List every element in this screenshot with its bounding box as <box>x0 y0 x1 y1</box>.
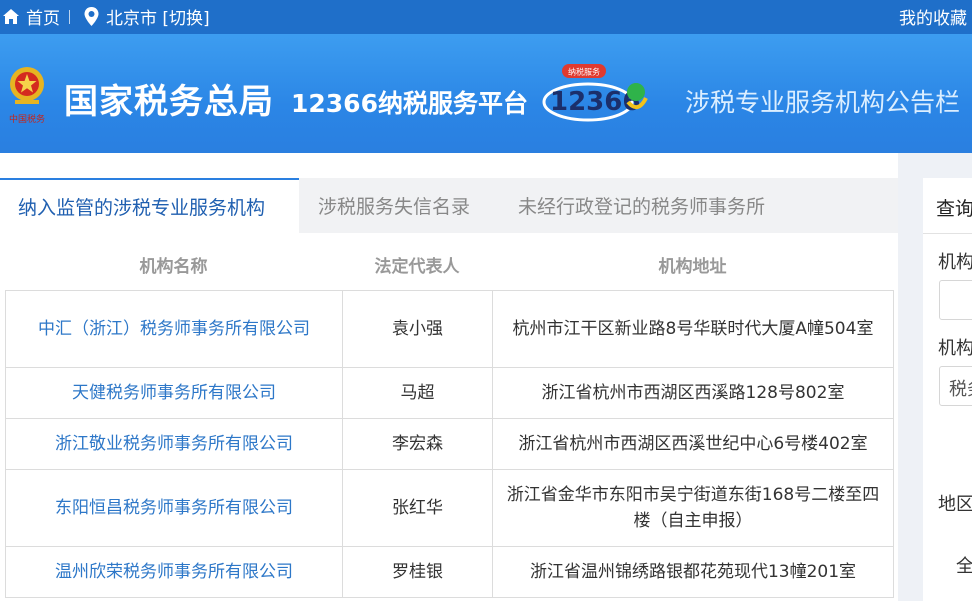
board-title: 涉税专业服务机构公告栏 <box>685 88 961 117</box>
svg-text:纳税服务: 纳税服务 <box>568 67 600 77</box>
legal-representative: 马超 <box>342 367 493 419</box>
agency-name-input[interactable] <box>939 280 972 320</box>
platform-title: 12366纳税服务平台 <box>291 89 528 118</box>
tab-dishonest-list[interactable]: 涉税服务失信名录 <box>318 178 470 233</box>
home-icon <box>3 8 19 24</box>
legal-representative: 李宏森 <box>342 418 493 470</box>
agency-name-link[interactable]: 温州欣荣税务师事务所有限公司 <box>5 546 343 598</box>
table-header: 机构名称 法定代表人 机构地址 <box>5 238 893 290</box>
agency-name-link[interactable]: 东阳恒昌税务师事务所有限公司 <box>5 469 343 547</box>
agency-type-value: 税务 <box>949 379 972 400</box>
agency-table: 中汇（浙江）税务师事务所有限公司 袁小强 杭州市江干区新业路8号华联时代大厦A幢… <box>5 290 894 598</box>
agency-name-link[interactable]: 中汇（浙江）税务师事务所有限公司 <box>5 290 343 368</box>
legal-representative: 袁小强 <box>342 290 493 368</box>
favorites-link[interactable]: 我的收藏 <box>899 4 967 29</box>
svg-text:12366: 12366 <box>550 87 640 117</box>
agency-name-link[interactable]: 浙江敬业税务师事务所有限公司 <box>5 418 343 470</box>
table-row: 东阳恒昌税务师事务所有限公司 张红华 浙江省金华市东阳市吴宁街道东街168号二楼… <box>5 469 894 547</box>
home-label: 首页 <box>26 9 60 29</box>
agency-address: 浙江省杭州市西湖区西溪世纪中心6号楼402室 <box>492 418 894 470</box>
main-panel: 纳入监管的涉税专业服务机构 涉税服务失信名录 未经行政登记的税务师事务所 机构名… <box>0 153 898 601</box>
tax-emblem-logo: 中国税务 <box>9 67 45 125</box>
region-option[interactable]: 全 <box>956 552 972 578</box>
svg-text:中国税务: 中国税务 <box>9 113 45 125</box>
city-switch[interactable]: 北京市 [切换] <box>84 4 210 29</box>
query-panel-divider <box>923 233 972 234</box>
top-bar: 首页 北京市 [切换] 我的收藏 <box>0 0 972 34</box>
table-row: 浙江敬业税务师事务所有限公司 李宏森 浙江省杭州市西湖区西溪世纪中心6号楼402… <box>5 418 894 470</box>
query-panel: 查询 机构 机构 税务 地区 全 <box>923 178 972 601</box>
table-row: 中汇（浙江）税务师事务所有限公司 袁小强 杭州市江干区新业路8号华联时代大厦A幢… <box>5 290 894 368</box>
region-label: 地区 <box>938 494 972 515</box>
column-header-name: 机构名称 <box>139 257 208 277</box>
tab-bar: 纳入监管的涉税专业服务机构 涉税服务失信名录 未经行政登记的税务师事务所 <box>0 178 898 233</box>
legal-representative: 张红华 <box>342 469 493 547</box>
column-header-representative: 法定代表人 <box>374 257 460 277</box>
table-row: 温州欣荣税务师事务所有限公司 罗桂银 浙江省温州锦绣路银都花苑现代13幢201室 <box>5 546 894 598</box>
agency-address: 浙江省杭州市西湖区西溪路128号802室 <box>492 367 894 419</box>
agency-name-link[interactable]: 天健税务师事务所有限公司 <box>5 367 343 419</box>
agency-name-label: 机构 <box>938 252 972 273</box>
agency-address: 浙江省温州锦绣路银都花苑现代13幢201室 <box>492 546 894 598</box>
legal-representative: 罗桂银 <box>342 546 493 598</box>
org-title: 国家税务总局 <box>64 82 274 122</box>
tab-supervised-agencies[interactable]: 纳入监管的涉税专业服务机构 <box>0 178 299 233</box>
12366-service-logo: 纳税服务 12366 <box>542 64 648 122</box>
topbar-divider <box>69 10 70 24</box>
column-header-address: 机构地址 <box>658 257 727 277</box>
table-row: 天健税务师事务所有限公司 马超 浙江省杭州市西湖区西溪路128号802室 <box>5 367 894 419</box>
agency-type-label: 机构 <box>938 338 972 359</box>
tab-unregistered-firms[interactable]: 未经行政登记的税务师事务所 <box>518 178 765 233</box>
agency-address: 浙江省金华市东阳市吴宁街道东街168号二楼至四楼（自主申报） <box>492 469 894 547</box>
header-banner: 中国税务 国家税务总局 12366纳税服务平台 纳税服务 12366 涉税专业服… <box>0 34 972 153</box>
location-pin-icon <box>84 7 99 26</box>
home-link[interactable]: 首页 <box>2 4 60 29</box>
agency-address: 杭州市江干区新业路8号华联时代大厦A幢504室 <box>492 290 894 368</box>
query-panel-title: 查询 <box>936 198 972 220</box>
city-label: 北京市 [切换] <box>106 9 210 29</box>
